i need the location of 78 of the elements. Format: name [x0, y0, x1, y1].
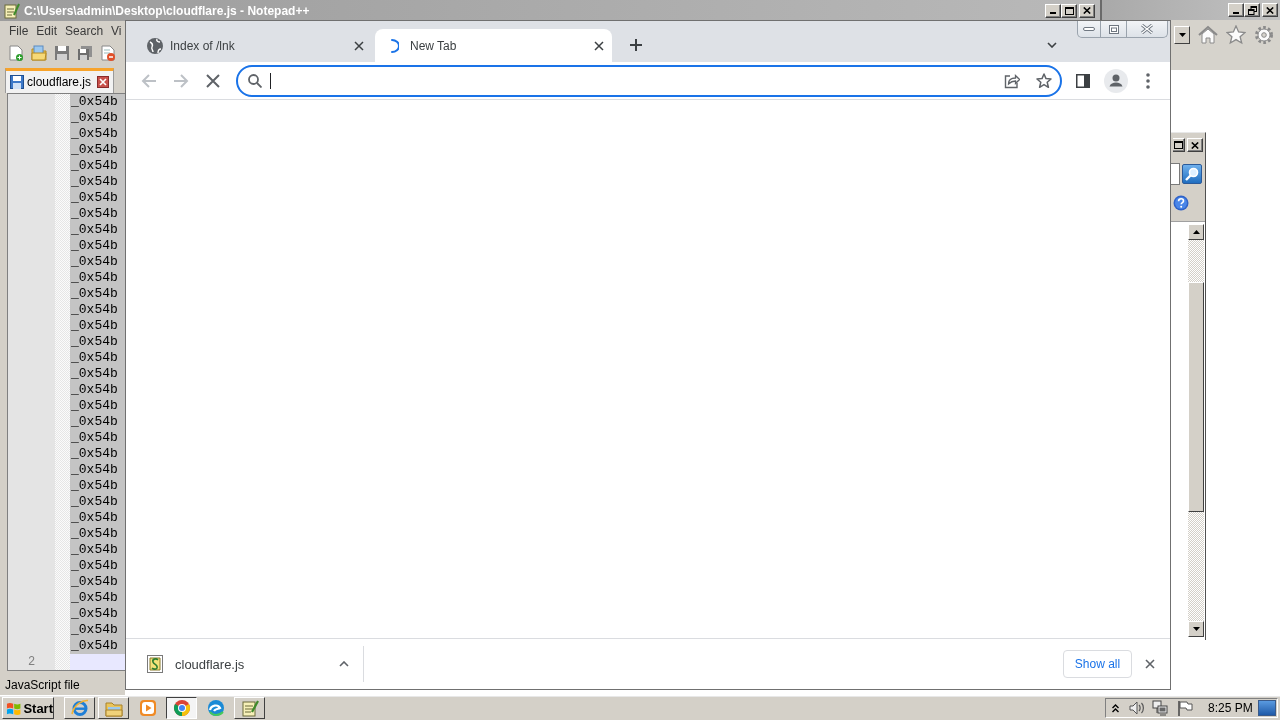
maximize-icon [1108, 24, 1119, 34]
chevron-up-icon [339, 661, 349, 667]
browser-tab[interactable]: Index of /lnk [135, 29, 372, 62]
dropdown-button[interactable] [1174, 26, 1190, 44]
script-file-icon [147, 655, 163, 673]
caret-down-icon [1178, 33, 1186, 37]
close-button[interactable] [1079, 3, 1095, 18]
close-button[interactable] [1262, 3, 1278, 17]
back-icon [141, 72, 157, 89]
search-icon [1185, 167, 1199, 181]
search-field[interactable] [1171, 163, 1180, 185]
speaker-icon[interactable] [1129, 701, 1145, 715]
start-button[interactable]: Start [2, 697, 54, 719]
maximize-icon [1174, 141, 1183, 149]
close-button[interactable] [1187, 138, 1203, 152]
close-file-icon[interactable] [100, 44, 116, 61]
taskbar-button[interactable] [166, 697, 197, 719]
avatar-icon [1104, 68, 1128, 93]
network-icon[interactable] [1152, 700, 1168, 716]
text-cursor-icon [270, 72, 271, 89]
search-button[interactable] [1182, 164, 1202, 184]
caret-up-icon [1192, 230, 1200, 234]
notepad-icon [4, 2, 20, 19]
stop-icon [205, 72, 221, 89]
close-icon[interactable] [97, 76, 110, 88]
clock: 8:25 PM [1208, 701, 1253, 715]
close-icon [1266, 6, 1274, 14]
forward-icon [173, 72, 189, 89]
stacked-disks-icon[interactable] [77, 44, 93, 61]
restore-icon [1247, 5, 1257, 15]
window-title: C:\Users\admin\Desktop\cloudflare.js - Notepad++ [24, 3, 311, 18]
status-text: JavaScript file [5, 678, 80, 692]
folder-icon [104, 699, 123, 717]
notepad-icon [240, 699, 259, 717]
side-panel-icon [1076, 73, 1090, 88]
menu-item[interactable]: Search [61, 24, 108, 38]
browser-icon [172, 699, 191, 717]
chevron-down-icon [1047, 42, 1057, 48]
chevron-up-icon[interactable] [1112, 703, 1119, 713]
settings-icon[interactable] [1254, 25, 1274, 45]
download-item[interactable]: cloudflare.js [136, 644, 358, 684]
search-icon [248, 73, 262, 88]
close-icon [1140, 24, 1153, 34]
plus-icon [630, 39, 642, 51]
minimize-icon [1083, 27, 1096, 31]
close-icon [594, 40, 604, 51]
show-all-button[interactable]: Show all [1063, 650, 1132, 678]
close-icon [354, 40, 364, 51]
scroll-up-button[interactable] [1188, 224, 1204, 240]
close-icon [1145, 659, 1155, 669]
close-icon [1191, 141, 1199, 149]
flag-icon[interactable] [1177, 700, 1193, 716]
letter-e-icon [70, 699, 89, 717]
caret-down-icon [1192, 627, 1200, 631]
home-icon[interactable] [1198, 25, 1218, 45]
scroll-thumb[interactable] [1188, 282, 1204, 512]
line-number: 2 [26, 654, 37, 670]
scroll-down-button[interactable] [1188, 621, 1204, 637]
share-icon [1004, 72, 1020, 89]
file-tab[interactable]: cloudflare.js [5, 68, 115, 93]
close-icon [1083, 7, 1091, 14]
scrollbar[interactable] [1188, 224, 1204, 637]
maximize-icon [1064, 6, 1074, 15]
swirl-icon [206, 699, 225, 717]
menu-item[interactable]: File [5, 24, 33, 38]
address-field[interactable] [236, 64, 1062, 97]
profile-button[interactable] [1102, 66, 1130, 95]
new-file-icon[interactable] [8, 44, 24, 61]
browser-tab[interactable]: New Tab [375, 29, 612, 62]
menu-item[interactable]: Vi [107, 24, 126, 38]
star-icon[interactable] [1226, 25, 1246, 45]
menu-icon [1146, 72, 1150, 89]
menu-item[interactable]: Edit [32, 24, 62, 38]
play-icon [138, 699, 157, 717]
restore-button[interactable] [1244, 3, 1260, 17]
star-icon [1036, 72, 1052, 89]
windows-flag-icon [6, 700, 22, 716]
help-icon[interactable] [1173, 195, 1189, 211]
